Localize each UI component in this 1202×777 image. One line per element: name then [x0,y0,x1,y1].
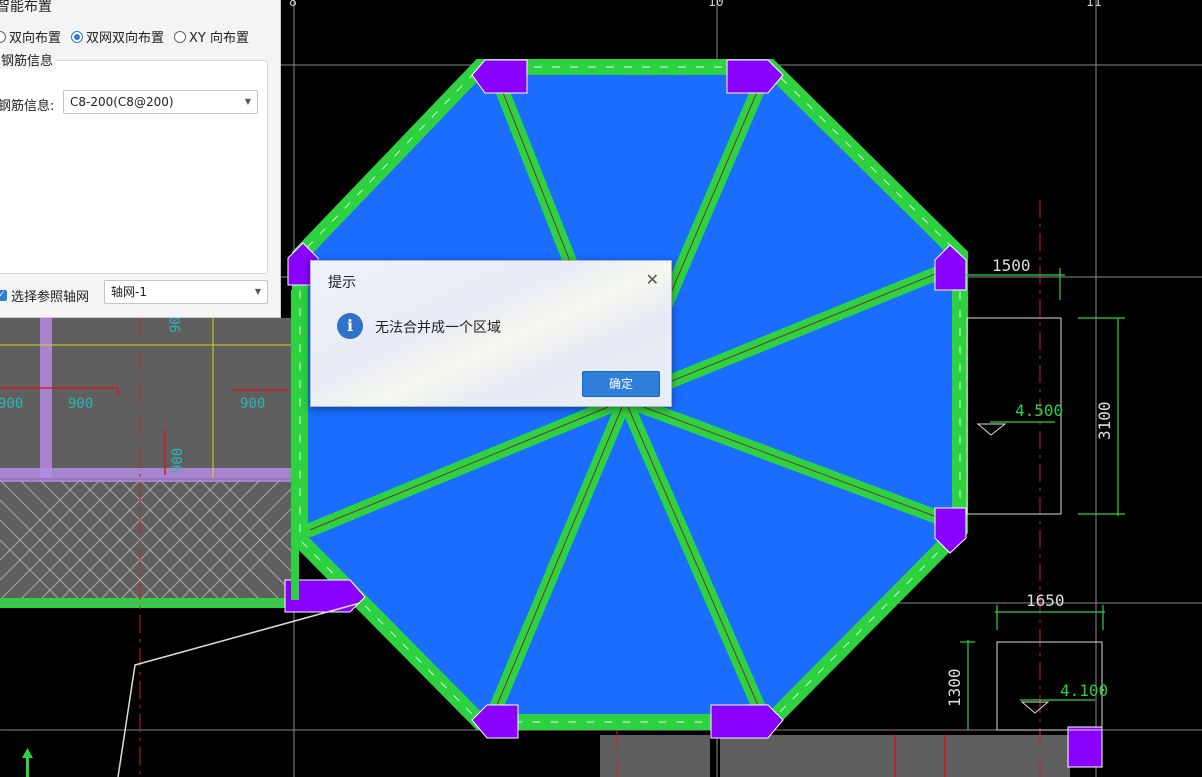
radio-dot-double-net[interactable] [71,30,84,43]
ok-button[interactable]: 确定 [582,371,660,397]
rebar-info-value: C8-200(C8@200) [70,95,174,109]
svg-text:8: 8 [289,0,297,10]
svg-text:1500: 1500 [992,256,1031,275]
close-icon[interactable]: ✕ [646,270,659,289]
svg-text:1650: 1650 [1026,591,1065,610]
layout-mode-radios: 双向布置 双网双向布置 XY 向布置 [0,27,249,46]
rebar-group-title: 钢筋信息 [0,50,57,69]
axis-grid-select[interactable]: 轴网-1 ▼ [104,280,268,304]
svg-text:4.500: 4.500 [1015,401,1063,420]
dialog-message: 无法合并成一个区域 [375,320,501,336]
info-icon: i [337,313,363,339]
radio-two-way[interactable]: 双向布置 [0,27,61,46]
svg-text:900: 900 [170,448,186,473]
svg-text:1300: 1300 [945,668,964,707]
radio-dot-xy[interactable] [174,30,187,43]
panel-title: 智能布置 [0,0,52,15]
svg-text:900: 900 [68,396,93,412]
axis-grid-value: 轴网-1 [111,285,147,299]
radio-double-net[interactable]: 双网双向布置 [71,27,164,46]
smart-layout-panel: 智能布置 双向布置 双网双向布置 XY 向布置 钢筋信息 钢筋信息: C8-20… [0,0,281,318]
dialog-title: 提示 [328,275,356,291]
rebar-info-select[interactable]: C8-200(C8@200) ▼ [63,90,258,114]
svg-text:900: 900 [240,396,265,412]
checkbox-checked-icon[interactable]: ✓ [0,290,7,301]
ref-axis-checkbox[interactable]: ✓ 选择参照轴网 [0,286,89,305]
svg-text:11: 11 [1086,0,1102,10]
rebar-info-label: 钢筋信息: [0,99,55,114]
radio-xy[interactable]: XY 向布置 [174,27,249,46]
chevron-down-icon: ▼ [244,97,251,106]
ref-axis-label: 选择参照轴网 [11,290,90,305]
radio-label-xy: XY 向布置 [189,31,250,46]
svg-text:4.100: 4.100 [1060,681,1108,700]
chevron-down-icon: ▼ [254,287,261,296]
hatched-slab-left [0,480,295,600]
radio-dot-two-way[interactable] [0,30,6,43]
prompt-dialog: 提示 ✕ i 无法合并成一个区域 确定 [310,260,672,407]
radio-label-two-way: 双向布置 [9,31,62,46]
svg-text:10: 10 [708,0,724,10]
svg-text:900: 900 [0,396,23,412]
radio-label-double-net: 双网双向布置 [86,31,165,46]
svg-text:3100: 3100 [1095,401,1114,440]
